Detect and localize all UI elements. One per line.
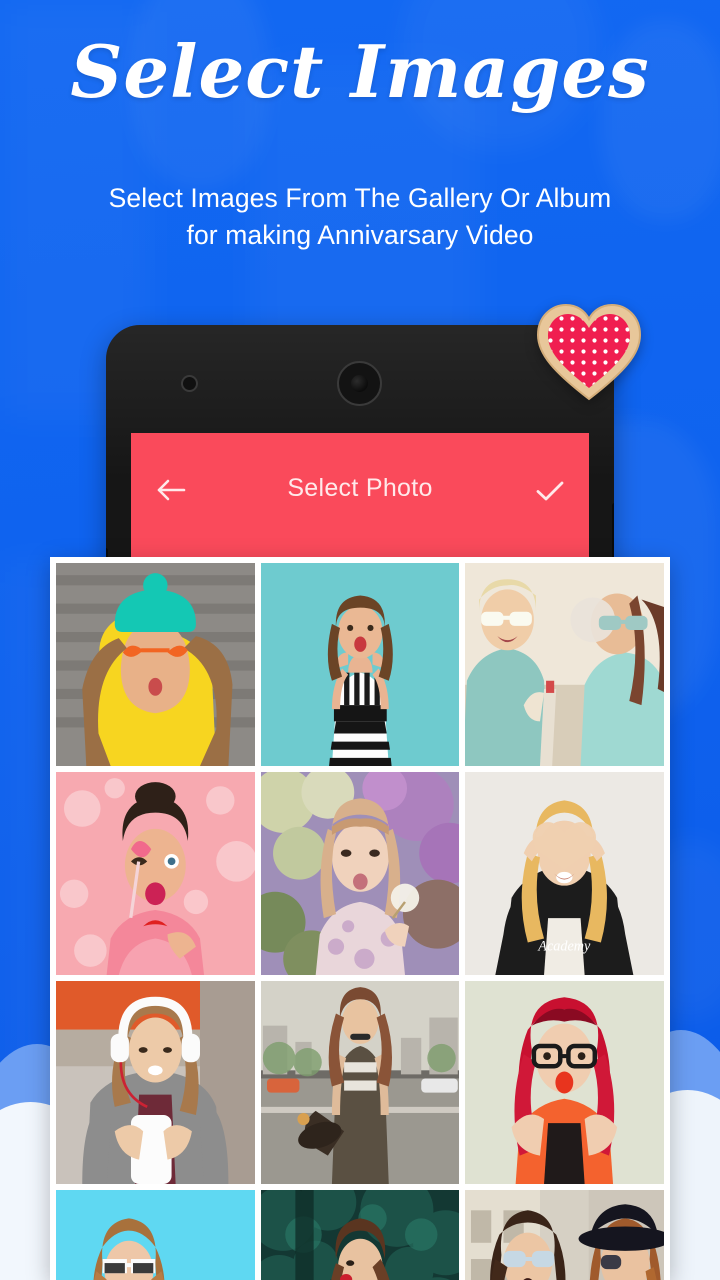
- confirm-check-icon[interactable]: [535, 479, 565, 503]
- photo-thumbnail[interactable]: [260, 981, 460, 1184]
- photo-thumbnail[interactable]: [465, 1190, 664, 1280]
- photo-grid-panel: Academy 66: [50, 557, 670, 1280]
- heart-cookie-icon: [534, 302, 644, 402]
- svg-text:66: 66: [552, 953, 577, 975]
- photo-thumbnail[interactable]: Academy 66: [465, 772, 664, 975]
- photo-thumbnail[interactable]: [465, 981, 664, 1184]
- photo-thumbnail[interactable]: [465, 563, 664, 766]
- photo-thumbnail[interactable]: [56, 1190, 255, 1280]
- photo-thumbnail[interactable]: [56, 981, 255, 1184]
- app-toolbar: Select Photo: [131, 433, 589, 549]
- subtitle-line-2: for making Annivarsary Video: [186, 220, 534, 250]
- photo-thumbnail[interactable]: [56, 772, 255, 975]
- subtitle-line-1: Select Images From The Gallery Or Album: [108, 183, 612, 213]
- proximity-sensor-icon: [181, 375, 198, 392]
- photo-thumbnail[interactable]: [260, 1190, 460, 1280]
- page-title: Select Images: [70, 29, 650, 114]
- photo-grid: Academy 66: [56, 563, 664, 1280]
- page-subtitle: Select Images From The Gallery Or Album …: [0, 180, 720, 254]
- phone-power-button: [612, 503, 614, 561]
- photo-thumbnail[interactable]: [56, 563, 255, 766]
- photo-thumbnail[interactable]: [260, 563, 460, 766]
- photo-thumbnail[interactable]: [260, 772, 460, 975]
- front-camera-icon: [337, 361, 382, 406]
- toolbar-title: Select Photo: [287, 474, 433, 502]
